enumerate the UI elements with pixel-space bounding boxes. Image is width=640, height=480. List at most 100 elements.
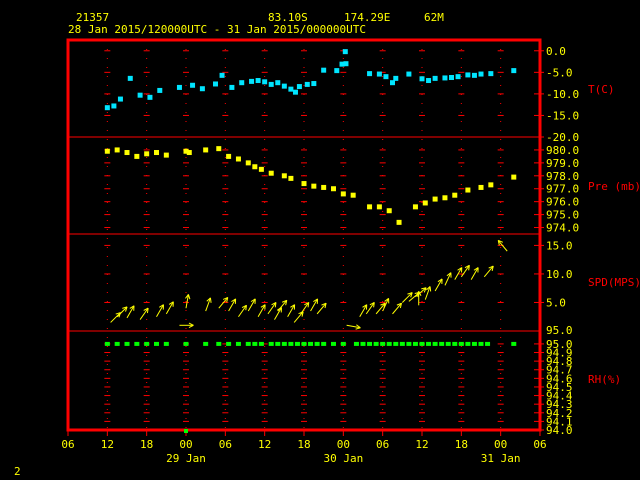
temp-point <box>147 94 153 100</box>
wind-arrow <box>365 301 375 315</box>
wind-arrow <box>205 297 212 312</box>
pressure-point <box>432 196 438 202</box>
wind-arrow <box>257 304 266 317</box>
temp-point <box>219 72 225 78</box>
rh-point <box>114 341 120 346</box>
wind-arrow-shaft <box>110 312 121 323</box>
temp-point <box>390 80 395 86</box>
temp-point <box>262 79 268 85</box>
temp-point <box>478 71 484 77</box>
x-tick-label: 06 <box>61 438 74 451</box>
x-date-label: 31 Jan <box>481 452 521 465</box>
temp-point <box>419 76 425 82</box>
wind-arrow <box>359 304 368 317</box>
rh-point <box>393 341 399 346</box>
rh-axis-marker <box>184 429 188 433</box>
rh-point <box>104 341 110 346</box>
temp-point <box>488 71 494 77</box>
pressure-point <box>452 192 458 198</box>
temp-point <box>432 75 438 81</box>
pressure-point <box>268 170 274 176</box>
rh-point <box>226 341 232 346</box>
wind-arrow <box>228 298 237 312</box>
temp-point <box>229 84 235 90</box>
temp-point <box>367 71 373 77</box>
wind-arrow <box>165 301 174 315</box>
wind-arrow <box>346 324 361 330</box>
rh-point <box>340 341 346 346</box>
x-tick-label: 12 <box>101 438 114 451</box>
x-date-label: 29 Jan <box>166 452 206 465</box>
pressure-point <box>412 204 418 210</box>
temp-point <box>511 68 517 74</box>
rh-point <box>124 341 130 346</box>
pressure-point <box>367 204 373 210</box>
rh-point <box>154 341 159 346</box>
temp-point <box>199 86 205 92</box>
wind-arrow <box>293 311 304 323</box>
x-tick-label: 12 <box>258 438 271 451</box>
rh-point <box>144 341 150 346</box>
pressure-panel-label: Pre (mb) <box>588 180 640 193</box>
rh-point <box>252 341 258 346</box>
rh-point <box>331 341 336 346</box>
temp-point <box>465 72 471 78</box>
temp-point <box>281 83 287 89</box>
rh-point <box>406 341 412 346</box>
temp-point <box>239 80 245 86</box>
x-date-label: 30 Jan <box>323 452 363 465</box>
meteogram-chart: 0.0 -5.0 -10.0 -15.0 -20.0 T(C) 980.0979.0978.… <box>61 38 640 465</box>
rh-point <box>439 341 445 346</box>
rh-panel-label: RH(%) <box>588 373 621 386</box>
rh-point <box>432 341 438 346</box>
wind-arrow <box>267 301 277 315</box>
wind-tick-label: 15.0 <box>546 239 573 252</box>
rh-point <box>399 341 405 346</box>
rh-top-tick-label: 95.0 <box>546 324 573 337</box>
pressure-tick-label: 980.0 <box>546 144 579 157</box>
rh-point <box>321 341 327 346</box>
temp-point <box>157 87 163 93</box>
temp-point <box>334 68 340 74</box>
wind-arrow <box>300 301 310 315</box>
rh-point <box>281 341 287 346</box>
pressure-point <box>350 192 356 198</box>
wind-arrow <box>139 307 149 320</box>
rh-point <box>245 341 251 346</box>
rh-point <box>380 341 386 346</box>
rh-point <box>478 341 484 346</box>
pressure-point <box>340 191 346 197</box>
pressure-tick-label: 976.0 <box>546 196 579 209</box>
temp-point <box>296 84 302 90</box>
wind-tick-label: 10.0 <box>546 268 573 281</box>
temp-point <box>393 75 399 81</box>
x-tick-label: 00 <box>494 438 507 451</box>
wind-arrow <box>470 267 479 280</box>
rh-point <box>412 341 418 346</box>
temp-point <box>383 74 389 80</box>
temp-point <box>442 75 448 81</box>
temp-point <box>111 103 117 109</box>
rh-point <box>373 341 379 346</box>
pressure-point <box>154 150 159 156</box>
temp-point <box>406 71 412 77</box>
x-tick-label: 18 <box>140 438 153 451</box>
rh-point <box>163 341 169 346</box>
rh-tick-label: 94.0 <box>546 424 573 437</box>
temp-point <box>104 105 110 111</box>
rh-point <box>294 341 300 346</box>
wind-arrow <box>392 302 402 315</box>
pressure-point <box>396 219 402 225</box>
temp-point <box>304 81 310 87</box>
wind-arrow <box>238 304 247 318</box>
rh-point <box>308 341 314 346</box>
rh-point <box>353 341 359 346</box>
temp-point <box>176 84 182 90</box>
temp-point <box>449 75 454 81</box>
temp-point <box>190 82 196 88</box>
rh-point <box>301 341 307 346</box>
rh-point <box>419 341 425 346</box>
temp-point <box>288 86 294 92</box>
wind-arrow <box>434 278 443 292</box>
pressure-point <box>203 147 209 153</box>
